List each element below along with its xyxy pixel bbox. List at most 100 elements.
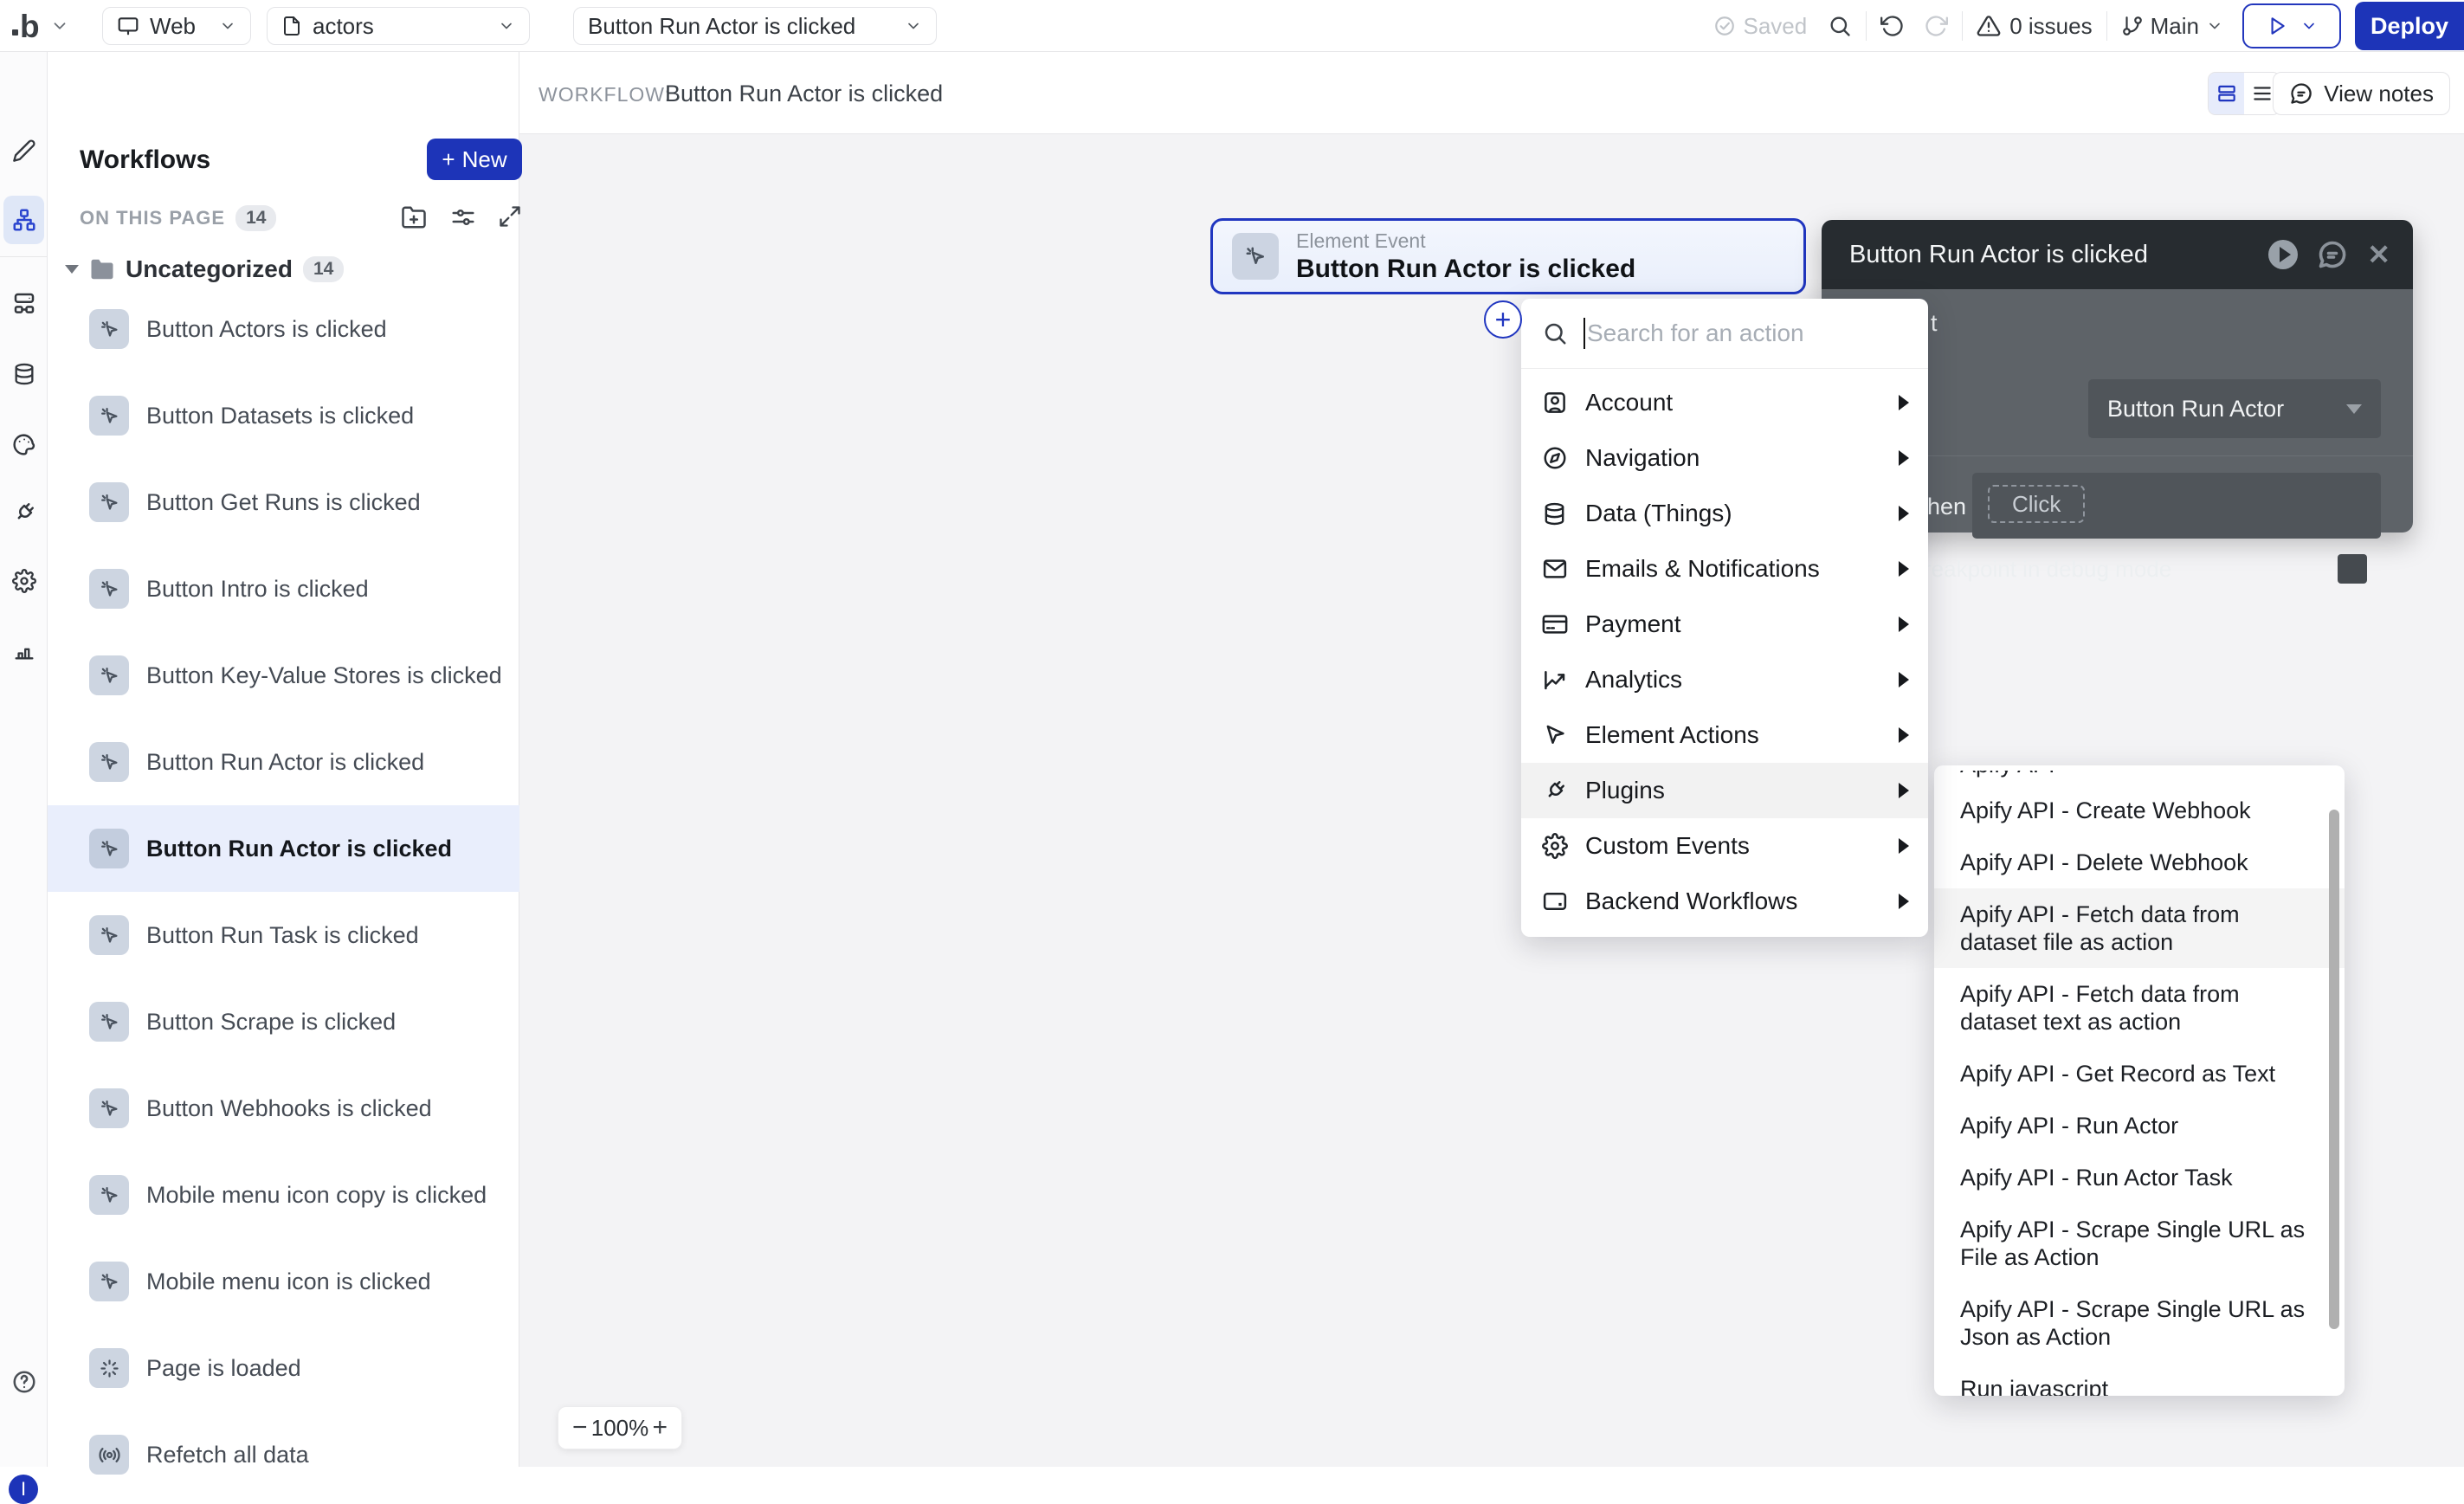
issues-label: 0 issues bbox=[2009, 13, 2092, 40]
workflow-list-item[interactable]: Button Get Runs is clicked bbox=[48, 459, 519, 545]
page-dropdown[interactable]: actors bbox=[267, 7, 530, 45]
folder-plus-icon bbox=[401, 204, 427, 230]
workflow-list-item[interactable]: Button Run Task is clicked bbox=[48, 892, 519, 978]
action-search-row[interactable] bbox=[1521, 299, 1928, 368]
click-event-icon bbox=[89, 309, 129, 349]
menu-item-navigation[interactable]: Navigation bbox=[1521, 430, 1928, 486]
folder-count-badge: 14 bbox=[303, 256, 344, 282]
action-search-input[interactable] bbox=[1587, 320, 1916, 347]
submenu-item[interactable]: Apify API - Get Record as Text bbox=[1934, 1048, 2345, 1100]
workflow-list-item[interactable]: Button Intro is clicked bbox=[48, 545, 519, 632]
element-select[interactable]: Button Run Actor bbox=[2088, 379, 2381, 438]
gear-icon bbox=[12, 569, 36, 593]
menu-item-plugins[interactable]: Plugins bbox=[1521, 763, 1928, 818]
menu-item-emails-notifications[interactable]: Emails & Notifications bbox=[1521, 541, 1928, 597]
workflow-dropdown[interactable]: Button Run Actor is clicked bbox=[573, 7, 937, 45]
workflow-list-item[interactable]: Button Key-Value Stores is clicked bbox=[48, 632, 519, 719]
rail-item-data[interactable] bbox=[0, 350, 48, 398]
submenu-item[interactable]: Apify API - Delete Webhook bbox=[1934, 836, 2345, 888]
branch-selector[interactable]: Main bbox=[2121, 13, 2223, 40]
submenu-item-highlighted[interactable]: Apify API - Fetch data from dataset file… bbox=[1934, 888, 2345, 968]
workflow-list-item[interactable]: Button Scrape is clicked bbox=[48, 978, 519, 1065]
rail-item-components[interactable] bbox=[0, 279, 48, 327]
issues-button[interactable]: 0 issues bbox=[1977, 13, 2092, 40]
workflow-list-item-selected[interactable]: Button Run Actor is clicked bbox=[48, 805, 519, 892]
redo-button[interactable] bbox=[1924, 14, 1948, 38]
rail-item-plugins[interactable] bbox=[0, 488, 48, 537]
rail-item-workflows[interactable] bbox=[0, 196, 48, 244]
filter-button[interactable] bbox=[450, 204, 476, 230]
add-action-button[interactable]: + bbox=[1484, 300, 1522, 339]
pencil-icon bbox=[12, 139, 36, 163]
folder-icon bbox=[89, 256, 115, 282]
add-folder-button[interactable] bbox=[401, 204, 427, 230]
menu-item-element-actions[interactable]: Element Actions bbox=[1521, 707, 1928, 763]
menu-item-backend-workflows[interactable]: Backend Workflows bbox=[1521, 874, 1928, 929]
rail-item-settings[interactable] bbox=[0, 557, 48, 605]
deploy-button[interactable]: Deploy bbox=[2355, 2, 2464, 50]
when-chip[interactable]: Click bbox=[1988, 485, 2085, 523]
rail-item-design[interactable] bbox=[0, 126, 48, 175]
event-title: Button Run Actor is clicked bbox=[1296, 255, 1635, 284]
click-event-icon bbox=[89, 742, 129, 782]
menu-item-payment[interactable]: Payment bbox=[1521, 597, 1928, 652]
menu-item-analytics[interactable]: Analytics bbox=[1521, 652, 1928, 707]
submenu-item[interactable]: Apify API - Run Actor bbox=[1934, 1100, 2345, 1152]
folder-row-uncategorized[interactable]: Uncategorized 14 bbox=[65, 249, 344, 289]
breakpoint-checkbox[interactable] bbox=[2338, 554, 2367, 584]
chevron-right-icon bbox=[1899, 727, 1909, 743]
breakpoint-label-fragment: reakpoint in debug mode bbox=[1924, 556, 2171, 583]
when-input[interactable]: Click bbox=[1972, 473, 2381, 539]
submenu-item[interactable]: Apify API - Scrape Single URL as File as… bbox=[1934, 1204, 2345, 1283]
zoom-out-button[interactable]: − bbox=[572, 1413, 588, 1443]
workflow-list-item[interactable]: Button Run Actor is clicked bbox=[48, 719, 519, 805]
cards-view-button[interactable] bbox=[2209, 73, 2244, 114]
properties-header[interactable]: Button Run Actor is clicked ✕ bbox=[1822, 220, 2413, 289]
workflow-list-item[interactable]: Page is loaded bbox=[48, 1325, 519, 1411]
help-button[interactable] bbox=[0, 1358, 48, 1406]
workflow-list-item[interactable]: Mobile menu icon is clicked bbox=[48, 1238, 519, 1325]
workflow-list-item[interactable]: Button Webhooks is clicked bbox=[48, 1065, 519, 1152]
rail-item-logs[interactable] bbox=[0, 626, 48, 675]
undo-button[interactable] bbox=[1880, 14, 1905, 38]
zoom-in-button[interactable]: + bbox=[652, 1413, 668, 1443]
menu-item-data-things[interactable]: Data (Things) bbox=[1521, 486, 1928, 541]
workflow-list-item[interactable]: Button Actors is clicked bbox=[48, 286, 519, 372]
click-event-icon bbox=[89, 1088, 129, 1128]
submenu-item[interactable]: Apify API - Run Actor Task bbox=[1934, 1152, 2345, 1204]
search-button[interactable] bbox=[1828, 14, 1852, 38]
click-event-icon bbox=[89, 569, 129, 609]
run-icon[interactable] bbox=[2268, 240, 2298, 269]
event-card[interactable]: Element Event Button Run Actor is clicke… bbox=[1210, 218, 1806, 294]
submenu-item[interactable]: Apify API - Scrape Single URL as Json as… bbox=[1934, 1283, 2345, 1363]
submenu-item-partial[interactable]: Apify API bbox=[1934, 771, 2345, 784]
workflow-list-item[interactable]: Refetch all data bbox=[48, 1411, 519, 1498]
caret-down-icon bbox=[65, 265, 79, 274]
chevron-right-icon bbox=[1899, 672, 1909, 687]
list-view-icon bbox=[2251, 82, 2274, 105]
submenu-item[interactable]: Apify API - Create Webhook bbox=[1934, 784, 2345, 836]
avatar[interactable]: I bbox=[9, 1475, 38, 1504]
menu-item-account[interactable]: Account bbox=[1521, 375, 1928, 430]
expand-icon bbox=[498, 204, 522, 229]
preview-button[interactable] bbox=[2242, 3, 2341, 48]
chevron-down-icon bbox=[2300, 17, 2318, 35]
view-mode-toggle bbox=[2208, 72, 2280, 115]
workflow-list-item[interactable]: Mobile menu icon copy is clicked bbox=[48, 1152, 519, 1238]
close-icon[interactable]: ✕ bbox=[2367, 241, 2390, 268]
bubble-logo-menu[interactable]: b bbox=[12, 10, 85, 42]
event-type-label: Element Event bbox=[1296, 229, 1635, 253]
scrollbar[interactable] bbox=[2329, 810, 2339, 1329]
submenu-item[interactable]: Apify API - Fetch data from dataset text… bbox=[1934, 968, 2345, 1048]
workflow-list-item[interactable]: Button Datasets is clicked bbox=[48, 372, 519, 459]
platform-dropdown[interactable]: Web bbox=[102, 7, 251, 45]
new-workflow-button[interactable]: + New bbox=[427, 139, 522, 180]
menu-item-custom-events[interactable]: Custom Events bbox=[1521, 818, 1928, 874]
submenu-item[interactable]: Run javascript bbox=[1934, 1363, 2345, 1396]
view-notes-button[interactable]: View notes bbox=[2273, 72, 2450, 115]
chevron-right-icon bbox=[1899, 783, 1909, 798]
rail-item-styles[interactable] bbox=[0, 420, 48, 468]
expand-button[interactable] bbox=[498, 204, 522, 229]
comment-icon[interactable] bbox=[2317, 239, 2348, 270]
click-event-icon bbox=[1232, 233, 1279, 280]
